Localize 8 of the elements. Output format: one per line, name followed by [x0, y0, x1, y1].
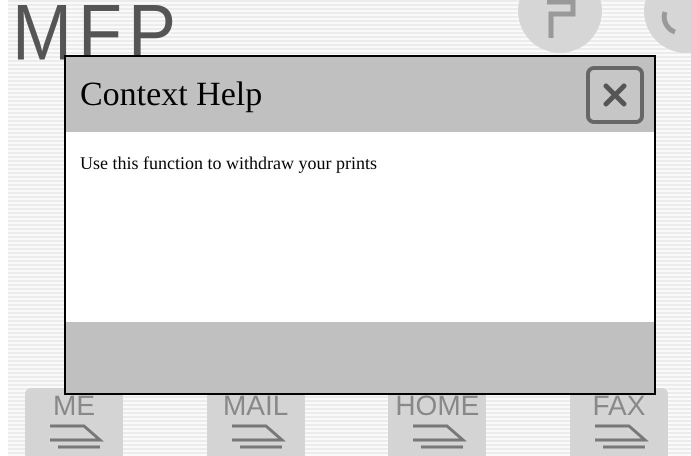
nav-button[interactable]: ME [25, 388, 123, 456]
close-button[interactable] [586, 66, 644, 124]
close-icon [603, 82, 627, 106]
flag-icon[interactable] [517, 0, 603, 54]
dialog-title: Context Help [80, 75, 262, 115]
nav-button[interactable]: FAX [570, 388, 668, 456]
help-text: Use this function to withdraw your prints [80, 152, 378, 175]
logo-text: MFP [11, 0, 182, 66]
